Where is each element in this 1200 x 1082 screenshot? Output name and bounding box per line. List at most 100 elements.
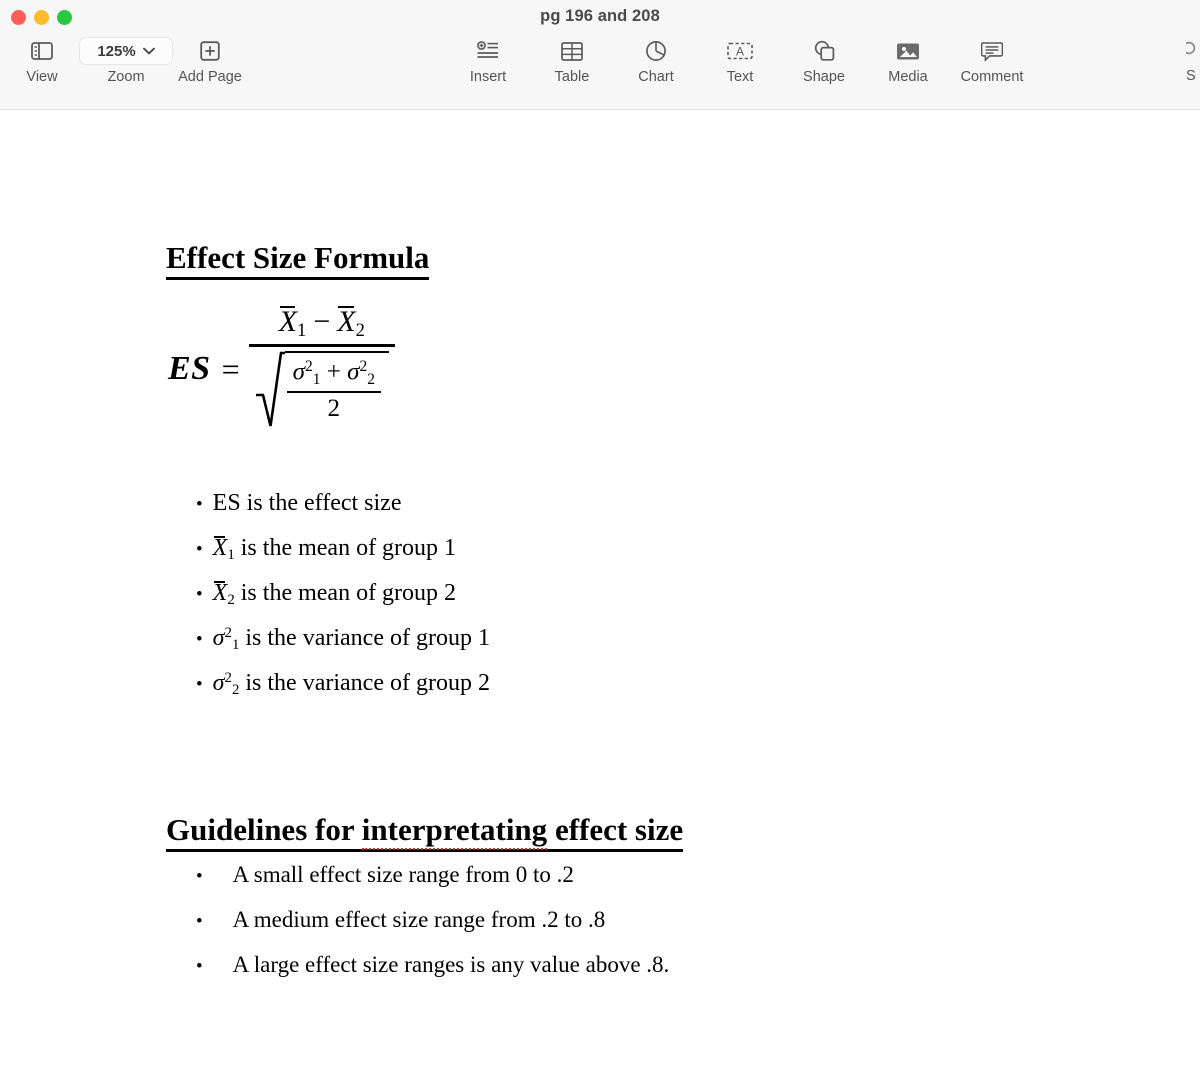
insert-button[interactable]: Insert xyxy=(446,38,530,85)
chart-label: Chart xyxy=(638,69,674,85)
app-window: pg 196 and 208 View 125% Zoom Add Page I… xyxy=(0,0,1200,1082)
text-box-icon: A xyxy=(727,38,753,64)
shape-icon xyxy=(813,38,835,64)
definition-symbol: X1 xyxy=(212,535,235,564)
share-icon xyxy=(1182,38,1200,63)
x2-subscript: 2 xyxy=(355,320,365,342)
guideline-text: A small effect size range from 0 to .2 xyxy=(232,862,574,887)
shape-label: Shape xyxy=(803,69,845,85)
zoom-label: Zoom xyxy=(107,69,145,85)
definition-symbol: ES xyxy=(212,490,241,516)
insert-icon xyxy=(476,38,500,64)
list-item: • σ22 is the variance of group 2 xyxy=(196,670,490,715)
bullet-icon: • xyxy=(196,539,203,560)
guideline-text: A large effect size ranges is any value … xyxy=(232,952,670,977)
list-item: • ES is the effect size xyxy=(196,490,490,535)
bullet-icon: • xyxy=(196,584,203,605)
svg-text:A: A xyxy=(736,44,744,58)
list-item: • A large effect size ranges is any valu… xyxy=(196,952,669,997)
table-icon xyxy=(561,38,583,64)
toolbar: pg 196 and 208 View 125% Zoom Add Page I… xyxy=(0,0,1200,110)
sigma-2: σ xyxy=(347,358,360,386)
definitions-list: • ES is the effect size • X1 is the mean… xyxy=(196,490,490,715)
guidelines-list: • A small effect size range from 0 to .2… xyxy=(196,862,669,997)
shape-button[interactable]: Shape xyxy=(782,38,866,85)
definition-description: is the variance of group 2 xyxy=(245,670,490,697)
x1-subscript: 1 xyxy=(297,320,307,342)
zoom-select[interactable]: 125% xyxy=(79,37,173,65)
list-item: • X2 is the mean of group 2 xyxy=(196,580,490,625)
formula-fraction: X1− X2 σ21 + σ22 2 xyxy=(248,305,395,434)
view-button[interactable]: View xyxy=(0,38,84,85)
chevron-down-icon xyxy=(142,42,155,60)
x-bar-icon: X xyxy=(212,535,228,561)
page-title-guidelines: Guidelines for interpretating effect siz… xyxy=(166,812,684,852)
zoom-icon-box: 125% xyxy=(79,37,173,65)
view-label: View xyxy=(26,69,58,85)
radical-sign-icon xyxy=(255,351,285,429)
definition-symbol: σ22 xyxy=(212,670,240,699)
square-root: σ21 + σ22 2 xyxy=(255,350,389,429)
definition-text: ES is the effect size xyxy=(213,490,402,517)
list-item: • A small effect size range from 0 to .2 xyxy=(196,862,669,907)
variance-plus: + xyxy=(326,358,341,386)
sidebar-icon xyxy=(31,38,53,64)
heading-2-prefix: Guidelines for xyxy=(166,812,362,847)
comment-label: Comment xyxy=(960,69,1024,85)
bullet-icon: • xyxy=(196,629,203,651)
sigma-1: σ xyxy=(292,358,305,386)
definition-description: is the variance of group 1 xyxy=(245,625,490,652)
formula-denominator: σ21 + σ22 2 xyxy=(249,347,395,434)
variance-denominator: 2 xyxy=(327,394,341,422)
media-label: Media xyxy=(888,69,928,85)
toolbar-right-group: Insert Table Chart A Text Shape Media Co… xyxy=(446,38,1034,85)
table-button[interactable]: Table xyxy=(530,38,614,85)
bullet-icon: • xyxy=(196,494,203,515)
definition-symbol: σ21 xyxy=(212,625,240,654)
comment-button[interactable]: Comment xyxy=(950,38,1034,85)
heading-2-suffix: effect size xyxy=(547,812,684,847)
add-page-button[interactable]: Add Page xyxy=(168,38,252,85)
sigma-1-sub: 1 xyxy=(312,370,321,388)
zoom-control[interactable]: 125% Zoom xyxy=(79,37,173,85)
media-photo-icon xyxy=(896,38,920,64)
definition-symbol: X2 xyxy=(212,580,235,609)
x-bar-2: X xyxy=(337,305,356,338)
comment-bubble-icon xyxy=(981,38,1003,64)
formula-equals: = xyxy=(221,350,240,387)
formula-minus: − xyxy=(313,305,331,338)
plus-square-icon xyxy=(200,38,220,64)
bullet-icon: • xyxy=(196,956,203,977)
variance-numerator: σ21 + σ22 xyxy=(287,356,381,391)
list-item: • A medium effect size range from .2 to … xyxy=(196,907,669,952)
definition-text: σ22 is the variance of group 2 xyxy=(213,670,490,699)
text-label: Text xyxy=(726,69,754,85)
bullet-icon: • xyxy=(196,674,203,696)
sigma-1-sup: 2 xyxy=(304,357,313,375)
formula-numerator: X1− X2 xyxy=(273,305,371,344)
misspelled-word: interpretating xyxy=(361,812,548,850)
list-item: • X1 is the mean of group 1 xyxy=(196,535,490,580)
definition-description: is the effect size xyxy=(246,490,402,516)
share-label: S xyxy=(1186,68,1196,84)
page-title-effect-size-formula: Effect Size Formula xyxy=(166,240,430,280)
pie-chart-icon xyxy=(645,38,667,64)
definition-description: is the mean of group 2 xyxy=(240,580,457,606)
bullet-icon: • xyxy=(196,866,203,887)
media-button[interactable]: Media xyxy=(866,38,950,85)
bullet-icon: • xyxy=(196,911,203,932)
radicand: σ21 + σ22 2 xyxy=(284,350,389,429)
document-canvas[interactable]: Effect Size Formula ES = X1− X2 σ21 + σ2… xyxy=(0,110,1200,1081)
list-item: • σ21 is the variance of group 1 xyxy=(196,625,490,670)
chart-button[interactable]: Chart xyxy=(614,38,698,85)
guideline-text: A medium effect size range from .2 to .8 xyxy=(232,907,606,932)
add-page-label: Add Page xyxy=(178,69,242,85)
share-button-cutoff[interactable]: S xyxy=(1182,38,1200,84)
definition-text: X2 is the mean of group 2 xyxy=(213,580,456,609)
zoom-value: 125% xyxy=(97,42,136,60)
text-button[interactable]: A Text xyxy=(698,38,782,85)
effect-size-formula: ES = X1− X2 σ21 + σ22 2 xyxy=(168,305,395,434)
x-bar-1: X xyxy=(278,305,298,338)
definition-description: is the mean of group 1 xyxy=(240,535,457,561)
formula-lhs: ES xyxy=(168,350,211,388)
